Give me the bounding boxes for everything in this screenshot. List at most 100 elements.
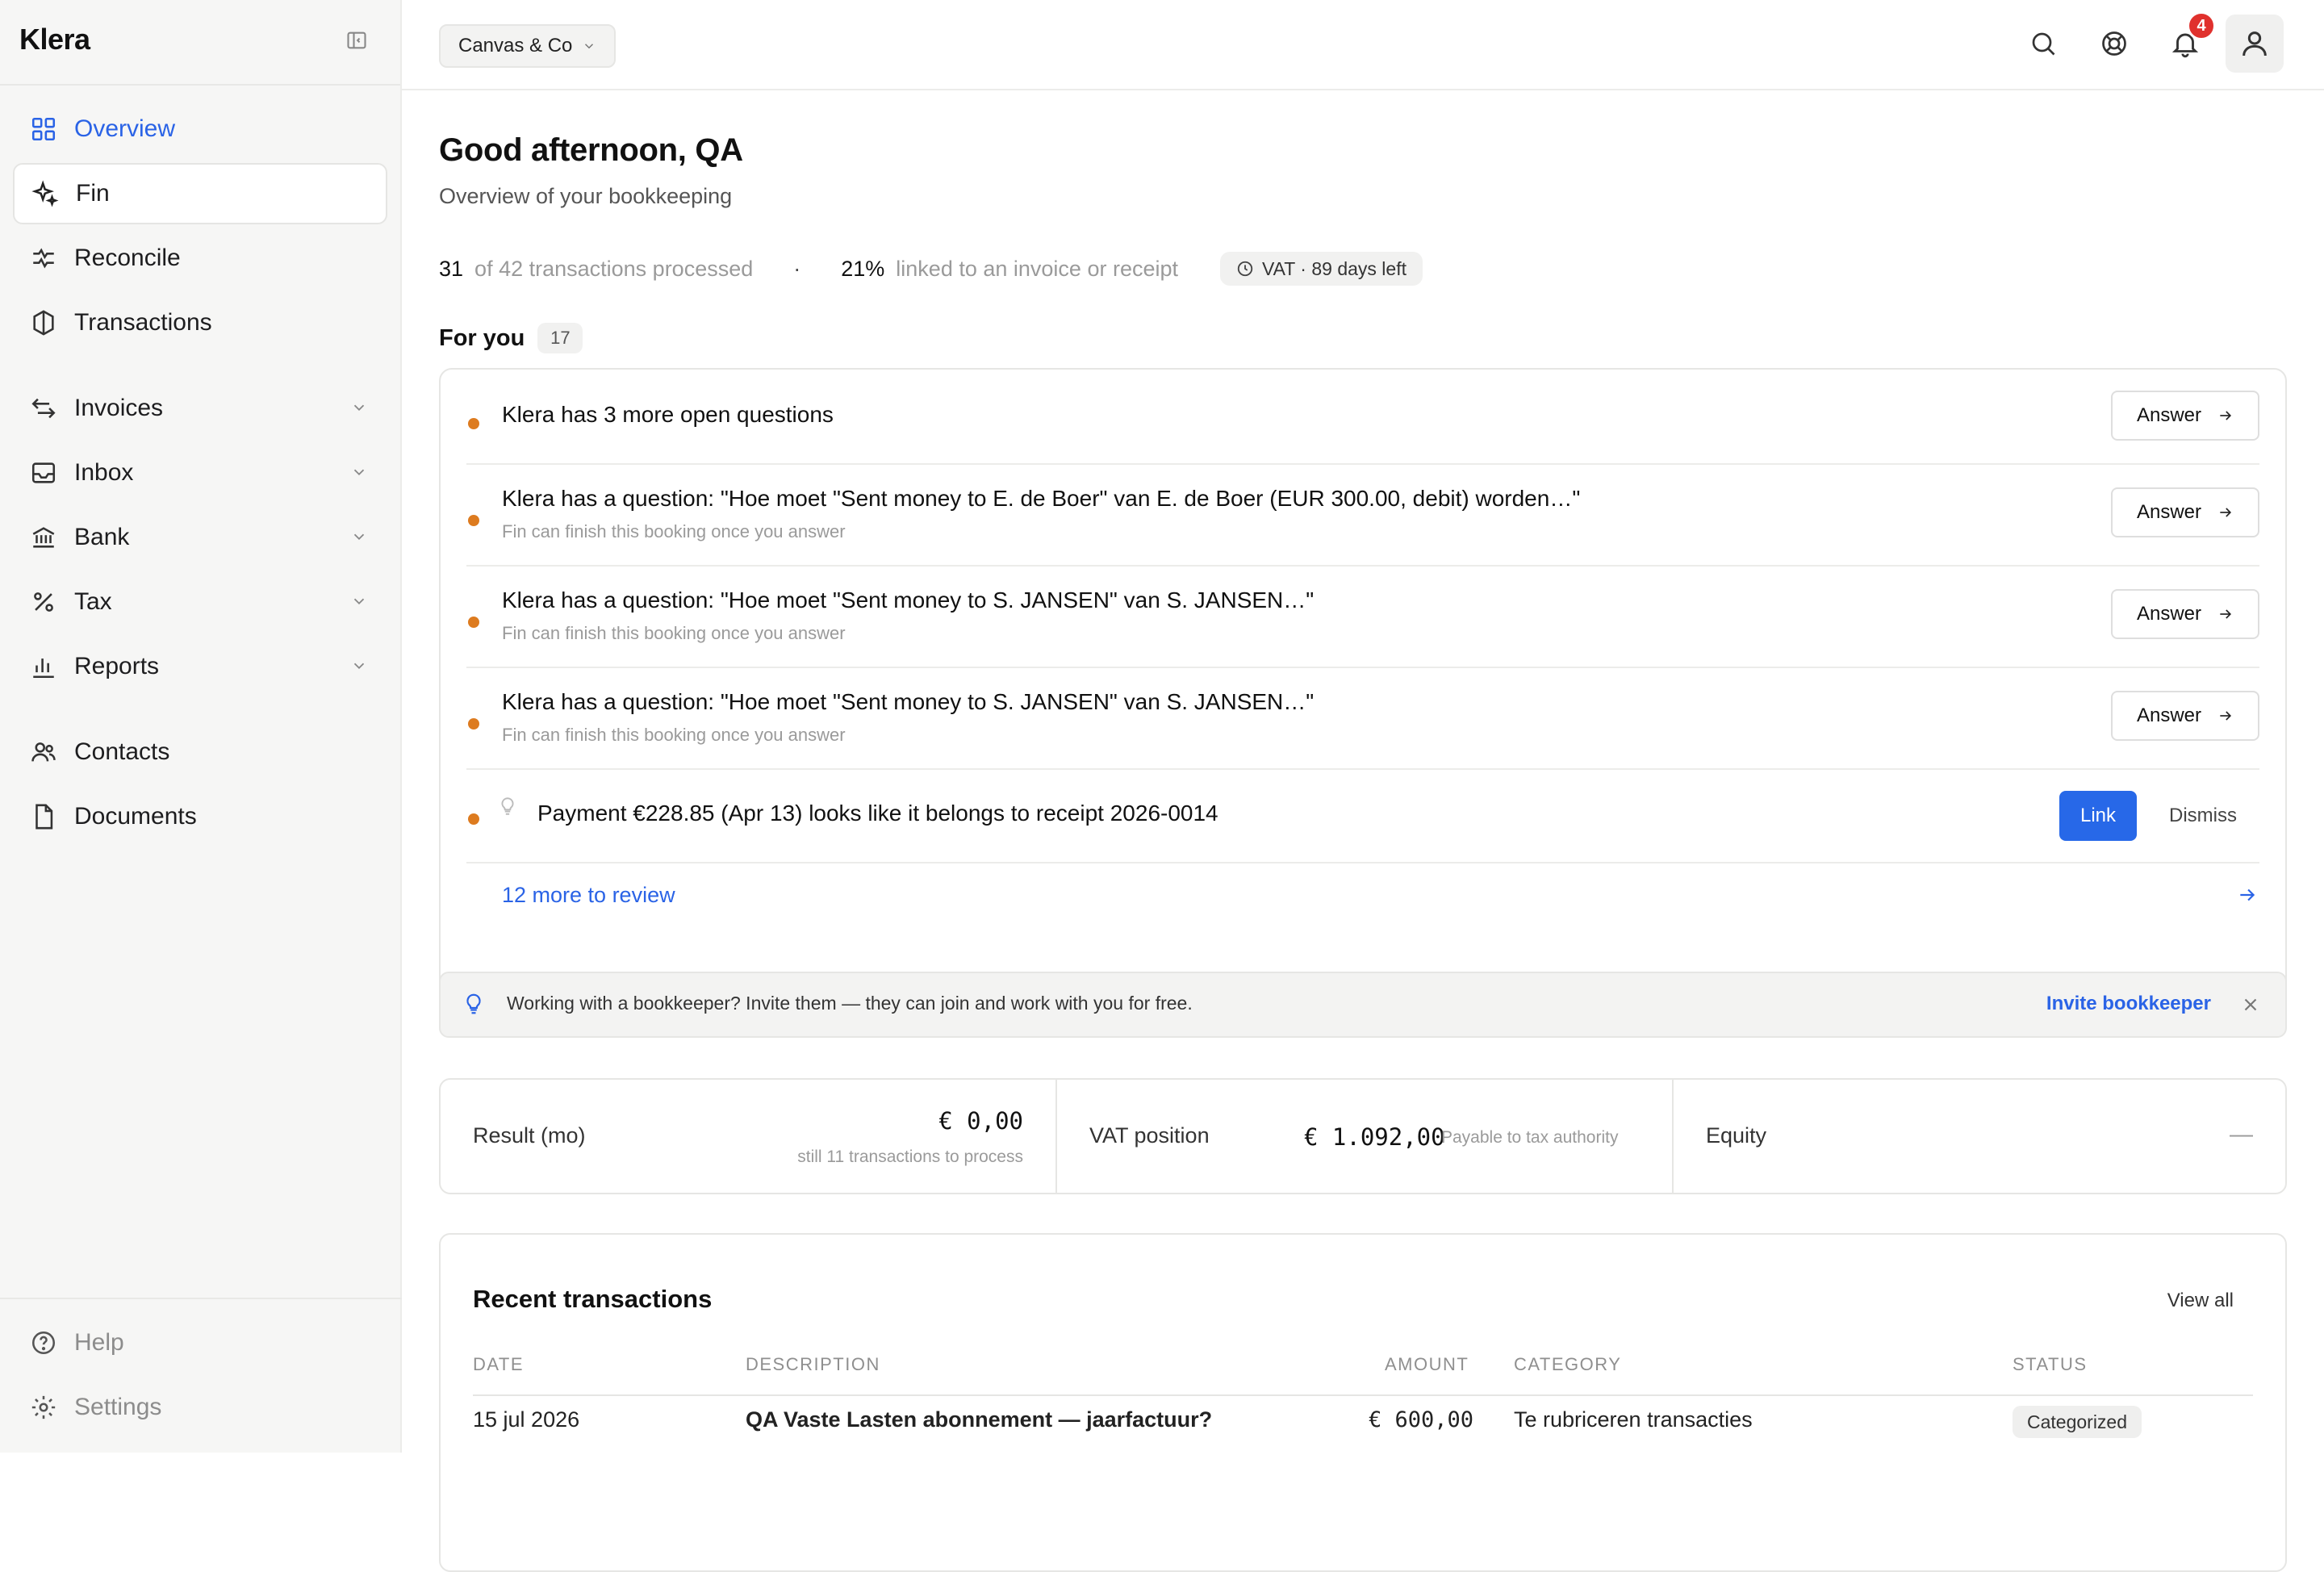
bar-chart-icon	[27, 650, 60, 683]
item-hint: Fin can finish this booking once you ans…	[502, 521, 846, 541]
sidebar-item-label: Help	[74, 1329, 124, 1356]
metric-vat-position: VAT position € 1.092,00 Payable to tax a…	[1057, 1080, 1674, 1193]
status-badge: Categorized	[2013, 1406, 2142, 1438]
column-header-description: DESCRIPTION	[746, 1354, 880, 1374]
sidebar-item-reports[interactable]: Reports	[13, 636, 387, 697]
sidebar-collapse-icon[interactable]	[345, 29, 371, 55]
sidebar-nav: Overview Fin Reconcile Transactions Invo…	[13, 98, 387, 851]
item-title: Klera has 3 more open questions	[502, 402, 834, 427]
status-dot	[468, 418, 479, 429]
sidebar-bottom-nav: Help Settings	[13, 1312, 387, 1441]
item-hint: Fin can finish this booking once you ans…	[502, 623, 846, 643]
sidebar-item-label: Bank	[74, 524, 130, 550]
sidebar-item-contacts[interactable]: Contacts	[13, 721, 387, 783]
sidebar-item-documents[interactable]: Documents	[13, 786, 387, 847]
stats-row: 31 of 42 transactions processed · 21% li…	[439, 252, 1423, 286]
search-icon[interactable]	[2024, 24, 2063, 63]
sidebar-item-label: Reports	[74, 653, 160, 679]
metric-result: Result (mo) € 0,00 still 11 transactions…	[441, 1080, 1057, 1193]
metric-label: Equity	[1706, 1123, 1767, 1148]
column-header-date: DATE	[473, 1354, 525, 1374]
sidebar-item-bank[interactable]: Bank	[13, 507, 387, 568]
answer-button-label: Answer	[2136, 704, 2202, 726]
sidebar-item-label: Contacts	[74, 738, 170, 765]
list-item: Klera has a question: "Hoe moet "Sent mo…	[466, 567, 2259, 668]
processed-text: of 42 transactions processed	[474, 256, 754, 281]
linked-percent: 21%	[841, 256, 885, 281]
sidebar-item-reconcile[interactable]: Reconcile	[13, 228, 387, 289]
metric-value: € 0,00	[938, 1107, 1023, 1135]
for-you-heading: For you 17	[439, 323, 583, 353]
sidebar-item-settings[interactable]: Settings	[13, 1377, 387, 1438]
avatar[interactable]	[2226, 15, 2284, 73]
sidebar: Klera Overview Fin Reconcile Transaction…	[0, 0, 402, 1453]
chevron-down-icon	[350, 399, 370, 418]
sidebar-item-tax[interactable]: Tax	[13, 571, 387, 633]
metric-label: VAT position	[1089, 1123, 1210, 1148]
answer-button-label: Answer	[2136, 501, 2202, 523]
status-dot	[468, 617, 479, 628]
sidebar-item-label: Reconcile	[74, 245, 181, 271]
list-item: Klera has a question: "Hoe moet "Sent mo…	[466, 668, 2259, 770]
sidebar-item-help[interactable]: Help	[13, 1312, 387, 1373]
answer-button[interactable]: Answer	[2111, 589, 2259, 639]
metric-note: still 11 transactions to process	[797, 1148, 1023, 1166]
lightbulb-icon	[497, 794, 518, 822]
more-to-review-link[interactable]: 12 more to review	[502, 883, 675, 908]
sidebar-item-transactions[interactable]: Transactions	[13, 292, 387, 353]
link-button[interactable]: Link	[2059, 791, 2137, 841]
sidebar-item-label: Settings	[74, 1394, 162, 1420]
answer-button[interactable]: Answer	[2111, 391, 2259, 441]
sidebar-item-label: Inbox	[74, 459, 134, 486]
vat-deadline-text: VAT · 89 days left	[1262, 257, 1407, 279]
brand-row: Klera	[0, 0, 400, 86]
sidebar-item-label: Documents	[74, 803, 197, 830]
answer-button[interactable]: Answer	[2111, 691, 2259, 741]
arrow-right-icon	[2220, 411, 2232, 420]
sidebar-item-label: Invoices	[74, 395, 164, 421]
table-row[interactable]: 15 jul 2026 QA Vaste Lasten abonnement —…	[473, 1406, 2253, 1448]
company-switcher[interactable]: Canvas & Co	[439, 24, 617, 68]
metric-value: —	[2230, 1122, 2253, 1148]
sparkle-icon	[29, 178, 61, 210]
close-icon[interactable]	[2240, 994, 2261, 1019]
reconcile-icon	[27, 242, 60, 274]
company-name: Canvas & Co	[458, 35, 573, 56]
percent-icon	[27, 586, 60, 618]
clock-icon	[1237, 261, 1253, 277]
lifebuoy-icon[interactable]	[2095, 24, 2134, 63]
chevron-down-icon	[350, 528, 370, 547]
arrow-right-icon[interactable]	[2237, 884, 2258, 909]
for-you-card: Klera has 3 more open questions Answer K…	[439, 368, 2287, 1020]
processed-count: 31	[439, 256, 464, 281]
answer-button[interactable]: Answer	[2111, 487, 2259, 537]
chevron-down-icon	[350, 592, 370, 612]
column-header-status: STATUS	[2013, 1354, 2088, 1374]
vat-deadline-badge: VAT · 89 days left	[1220, 252, 1423, 286]
invite-bookkeeper-link[interactable]: Invite bookkeeper	[2046, 993, 2211, 1015]
sidebar-item-invoices[interactable]: Invoices	[13, 378, 387, 439]
bank-icon	[27, 521, 60, 554]
dismiss-button[interactable]: Dismiss	[2146, 791, 2259, 841]
sidebar-bottom: Help Settings	[0, 1298, 402, 1453]
sidebar-item-inbox[interactable]: Inbox	[13, 442, 387, 504]
chevron-down-icon	[585, 44, 594, 49]
view-all-link[interactable]: View all	[2167, 1290, 2234, 1312]
arrow-right-icon	[2220, 508, 2232, 517]
answer-button-label: Answer	[2136, 603, 2202, 625]
for-you-title: For you	[439, 324, 525, 351]
list-item: Klera has 3 more open questions Answer	[466, 370, 2259, 465]
for-you-count: 17	[537, 323, 583, 353]
cell-category: Te rubriceren transacties	[1514, 1407, 1753, 1432]
help-icon	[27, 1327, 60, 1359]
bookkeeper-tip-banner: Working with a bookkeeper? Invite them —…	[439, 972, 2287, 1038]
chevron-down-icon	[350, 463, 370, 483]
inbox-icon	[27, 457, 60, 489]
gear-icon	[27, 1391, 60, 1424]
sidebar-item-fin[interactable]: Fin	[13, 163, 387, 224]
sidebar-item-overview[interactable]: Overview	[13, 98, 387, 160]
cell-date: 15 jul 2026	[473, 1407, 580, 1432]
suggestion-title: Payment €228.85 (Apr 13) looks like it b…	[537, 801, 1218, 826]
sidebar-item-label: Overview	[74, 115, 176, 142]
linked-text: linked to an invoice or receipt	[896, 256, 1178, 281]
